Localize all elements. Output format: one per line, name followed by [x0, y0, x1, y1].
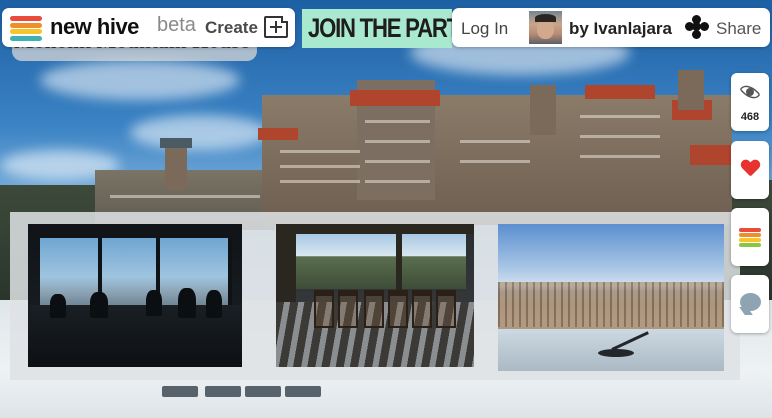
heart-icon	[741, 160, 759, 178]
banner-text: JOIN THE PART	[308, 13, 452, 43]
eye-icon	[737, 81, 763, 103]
hive-logo-icon	[739, 228, 761, 248]
photo-dining-room[interactable]	[28, 224, 242, 367]
photo-gallery	[10, 212, 740, 380]
author-byline[interactable]: by Ivanlajara	[569, 19, 672, 39]
photo-porch-chairs[interactable]	[276, 224, 474, 367]
top-nav-right: Log In by Ivanlajara Share	[452, 8, 770, 47]
views-button[interactable]: 468	[731, 73, 769, 131]
photo-frozen-pool[interactable]	[498, 224, 724, 371]
join-the-party-banner[interactable]: JOIN THE PART	[302, 9, 452, 48]
comment-icon	[740, 293, 761, 311]
share-button-label[interactable]: Share	[716, 19, 761, 39]
newhive-logo-icon[interactable]	[10, 16, 42, 41]
beta-label: beta	[157, 14, 196, 36]
top-nav-left: new hive beta Create	[2, 8, 295, 47]
love-button[interactable]	[731, 141, 769, 199]
views-count: 468	[740, 111, 760, 123]
brand-name[interactable]: new hive	[50, 14, 139, 40]
login-link[interactable]: Log In	[461, 19, 508, 39]
create-page-icon[interactable]	[264, 16, 288, 38]
share-icon[interactable]	[685, 15, 709, 39]
comments-button[interactable]	[731, 275, 769, 333]
create-button-label[interactable]: Create	[205, 18, 258, 38]
republish-button[interactable]	[731, 208, 769, 266]
author-avatar[interactable]	[529, 11, 562, 44]
